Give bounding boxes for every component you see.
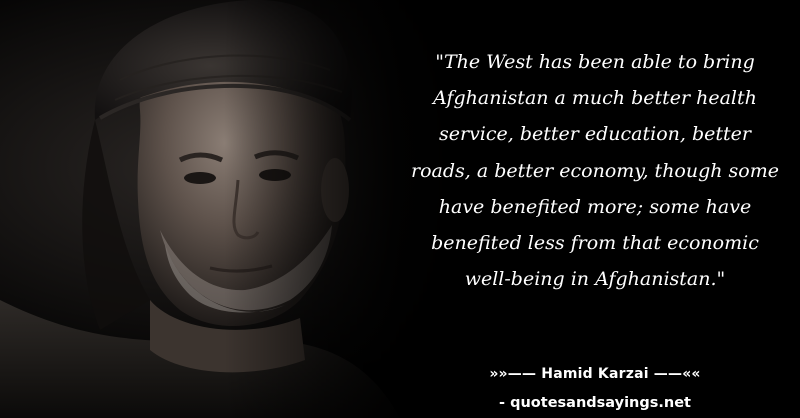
quote-text: "The West has been able to bring Afghani… (400, 44, 790, 297)
quote-line: service, better education, better (439, 123, 751, 146)
quote-line: Afghanistan a much better health (433, 87, 757, 110)
quote-author: »»—— Hamid Karzai ——«« (489, 366, 701, 382)
quote-line: benefited less from that economic (431, 232, 759, 255)
quote-line: well-being in Afghanistan." (464, 268, 726, 291)
quote-line: roads, a better economy, though some (411, 159, 779, 182)
quote-line: have benefited more; some have (438, 195, 752, 218)
quote-line: "The West has been able to bring (435, 51, 755, 73)
quote-card: "The West has been able to bring Afghani… (0, 0, 800, 418)
quote-source: - quotesandsayings.net (499, 395, 691, 411)
